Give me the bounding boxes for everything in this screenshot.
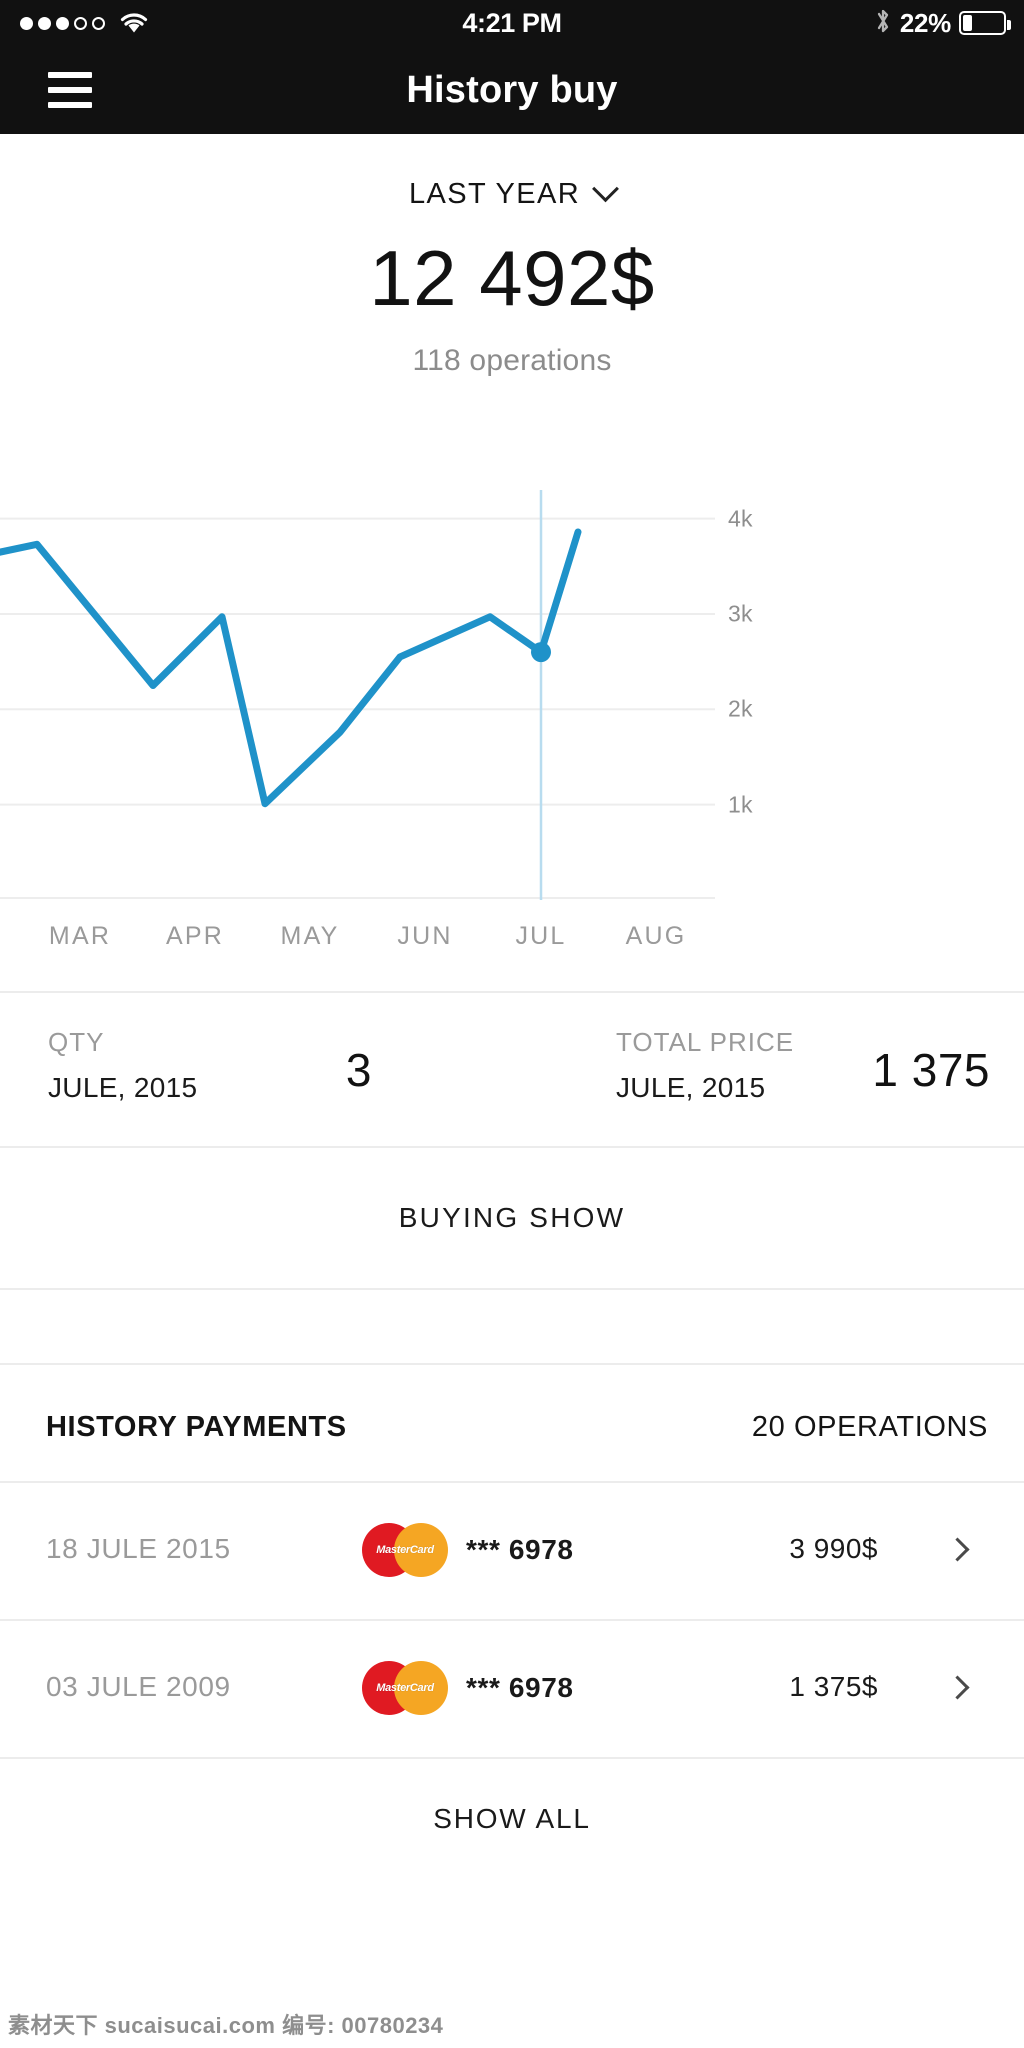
chart-y-tick: 3k (728, 600, 753, 627)
stat-qty-value: 3 (345, 1044, 372, 1096)
chevron-down-icon (592, 175, 619, 203)
stat-qty-title: QTY (48, 1027, 105, 1057)
payment-row[interactable]: 03 JULE 2009 MasterCard *** 6978 1 375$ (0, 1621, 1024, 1759)
history-payments-title: HISTORY PAYMENTS (46, 1411, 347, 1443)
payment-card-info: MasterCard *** 6978 (362, 1523, 574, 1577)
stat-total-price-subtitle: JULE, 2015 (616, 1072, 766, 1103)
chart-y-tick: 4k (728, 505, 753, 532)
payment-row[interactable]: 18 JULE 2015 MasterCard *** 6978 3 990$ (0, 1483, 1024, 1621)
stat-total-price: TOTAL PRICE JULE, 2015 1 375 (512, 993, 1024, 1146)
operations-count: 118 operations (412, 344, 612, 377)
show-all-label: SHOW ALL (433, 1803, 591, 1834)
payment-card-mask: *** 6978 (466, 1534, 574, 1565)
mastercard-wordmark: MasterCard (376, 1544, 434, 1556)
section-spacer (0, 1290, 1024, 1365)
app-screen: 4:21 PM 22% History buy LAST YEAR 12 492… (0, 0, 1024, 2048)
battery-percent: 22% (899, 7, 951, 38)
chart-y-tick: 2k (728, 695, 753, 722)
history-payments-header: HISTORY PAYMENTS 20 OPERATIONS (0, 1365, 1024, 1483)
mastercard-wordmark: MasterCard (376, 1682, 434, 1694)
bluetooth-icon (874, 7, 892, 40)
status-bar-right: 22% (874, 0, 1011, 46)
chart-x-tick: MAR (48, 922, 112, 950)
total-amount: 12 492$ (369, 234, 655, 322)
period-label: LAST YEAR (408, 178, 581, 210)
status-bar-time: 4:21 PM (462, 7, 562, 38)
payment-amount: 3 990$ (789, 1533, 878, 1564)
stat-qty: QTY JULE, 2015 3 (0, 993, 512, 1146)
chart-x-tick: APR (165, 922, 225, 950)
stats-row: QTY JULE, 2015 3 TOTAL PRICE JULE, 2015 … (0, 993, 1024, 1148)
payment-card-mask: *** 6978 (466, 1672, 574, 1703)
mastercard-icon: MasterCard (362, 1523, 448, 1577)
chart-y-tick: 1k (728, 791, 753, 818)
payment-amount: 1 375$ (789, 1671, 878, 1702)
mastercard-icon: MasterCard (362, 1661, 448, 1715)
buying-show-button[interactable]: BUYING SHOW (0, 1148, 1024, 1290)
payment-date: 03 JULE 2009 (46, 1671, 231, 1702)
status-bar: 4:21 PM 22% (0, 0, 1024, 46)
stat-total-price-title: TOTAL PRICE (616, 1027, 795, 1057)
history-payments-count: 20 OPERATIONS (751, 1411, 988, 1443)
chart-y-axis-labels: 1k 2k 3k 4k (728, 490, 848, 900)
battery-fill (963, 15, 973, 31)
chart-x-tick: JUN (397, 922, 453, 950)
stat-qty-labels: QTY JULE, 2015 (48, 1027, 197, 1104)
battery-icon (959, 11, 1011, 35)
show-all-button[interactable]: SHOW ALL (0, 1759, 1024, 1879)
chart-x-tick: AUG (625, 922, 687, 950)
summary-section: LAST YEAR 12 492$ 118 operations (0, 134, 1024, 378)
chart-x-tick: JUL (515, 922, 567, 950)
buying-show-label: BUYING SHOW (398, 1202, 626, 1233)
chevron-right-icon[interactable] (945, 1675, 970, 1700)
chart-x-axis-labels: MAR APR MAY JUN JUL AUG (0, 900, 1024, 993)
watermark: 素材天下 sucaisucai.com 编号: 00780234 (8, 2013, 444, 2038)
stat-qty-subtitle: JULE, 2015 (48, 1072, 198, 1103)
payment-card-info: MasterCard *** 6978 (362, 1661, 574, 1715)
chart-svg (0, 490, 715, 900)
chart-highlight-dot (531, 642, 551, 663)
chart-x-tick: MAY (280, 922, 340, 950)
page-title: History buy (406, 68, 618, 111)
payment-date: 18 JULE 2015 (46, 1533, 231, 1564)
nav-bar: History buy (0, 46, 1024, 134)
chart-line-series (0, 528, 582, 808)
spending-line-chart[interactable]: 1k 2k 3k 4k (0, 490, 1024, 900)
chevron-right-icon[interactable] (945, 1537, 970, 1562)
stat-total-price-labels: TOTAL PRICE JULE, 2015 (616, 1027, 794, 1104)
stat-total-price-value: 1 375 (872, 1044, 990, 1096)
period-selector[interactable]: LAST YEAR (408, 175, 619, 211)
